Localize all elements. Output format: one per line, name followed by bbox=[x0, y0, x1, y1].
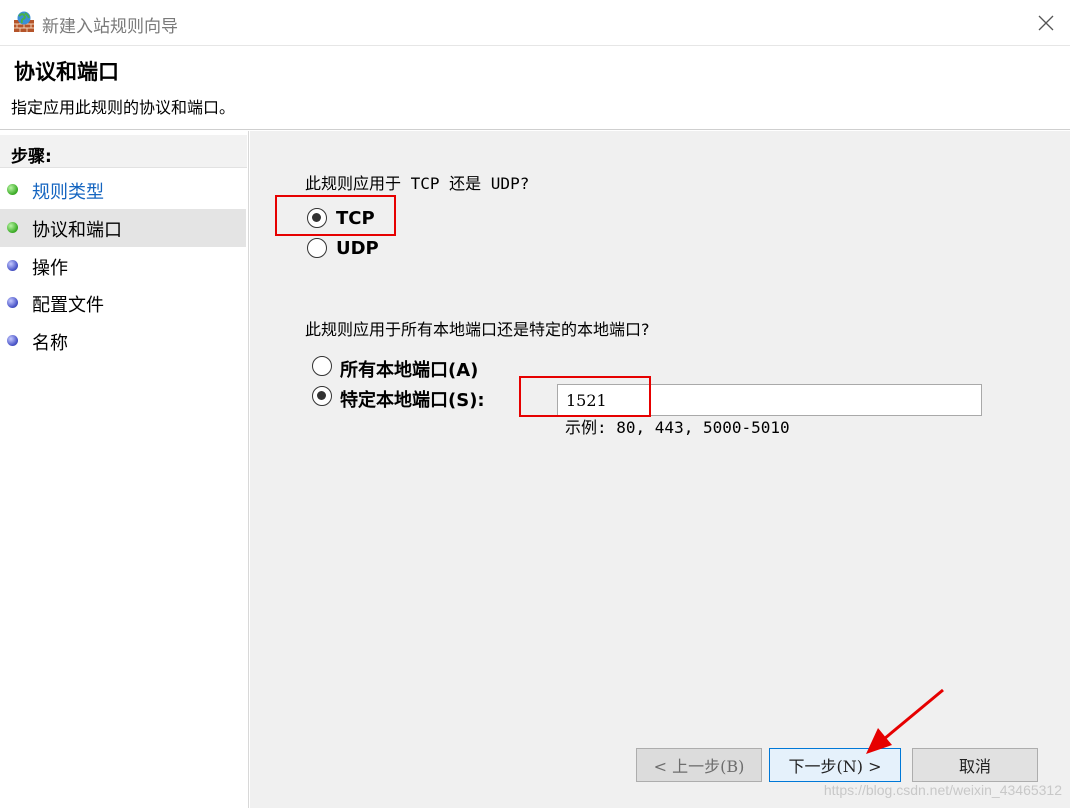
step-pending-icon bbox=[7, 335, 18, 346]
sidebar-item-action: 操作 bbox=[0, 247, 246, 285]
udp-radio[interactable] bbox=[307, 238, 327, 258]
protocol-question: 此规则应用于 TCP 还是 UDP? bbox=[305, 174, 530, 193]
steps-header: 步骤: bbox=[0, 135, 247, 168]
all-ports-label[interactable]: 所有本地端口(A) bbox=[340, 356, 478, 382]
sidebar-item-name: 名称 bbox=[0, 322, 246, 360]
port-input[interactable] bbox=[557, 384, 982, 416]
sidebar-item-label: 规则类型 bbox=[32, 182, 104, 203]
port-example-hint: 示例: 80, 443, 5000-5010 bbox=[565, 418, 790, 437]
sidebar-item-label: 名称 bbox=[32, 333, 68, 354]
step-complete-icon bbox=[7, 184, 18, 195]
sidebar-item-profile: 配置文件 bbox=[0, 284, 246, 322]
sidebar-item-label: 操作 bbox=[32, 258, 68, 279]
step-pending-icon bbox=[7, 260, 18, 271]
tcp-radio[interactable] bbox=[307, 208, 327, 228]
page-subtitle: 指定应用此规则的协议和端口。 bbox=[11, 98, 236, 117]
sidebar-item-label: 协议和端口 bbox=[32, 220, 122, 241]
step-pending-icon bbox=[7, 297, 18, 308]
back-button[interactable]: < 上一步(B) bbox=[636, 748, 762, 782]
sidebar-item-rule-type[interactable]: 规则类型 bbox=[0, 171, 246, 209]
next-button[interactable]: 下一步(N) > bbox=[769, 748, 901, 782]
window-title: 新建入站规则向导 bbox=[42, 17, 178, 37]
wizard-content: 此规则应用于 TCP 还是 UDP? TCP UDP 此规则应用于所有本地端口还… bbox=[250, 131, 1070, 808]
close-button[interactable] bbox=[1022, 0, 1070, 46]
close-icon bbox=[1038, 15, 1054, 31]
sidebar-item-label: 配置文件 bbox=[32, 295, 104, 316]
steps-sidebar: 步骤: 规则类型 协议和端口 操作 配置文件 名称 bbox=[0, 131, 249, 808]
specific-ports-radio[interactable] bbox=[312, 386, 332, 406]
udp-label[interactable]: UDP bbox=[336, 238, 379, 259]
page-title: 协议和端口 bbox=[14, 60, 119, 84]
sidebar-item-protocol-ports[interactable]: 协议和端口 bbox=[0, 209, 246, 247]
specific-ports-label[interactable]: 特定本地端口(S): bbox=[340, 386, 485, 412]
title-bar: 新建入站规则向导 bbox=[0, 0, 1070, 46]
wizard-header: 协议和端口 指定应用此规则的协议和端口。 bbox=[0, 46, 1070, 130]
tcp-label[interactable]: TCP bbox=[336, 208, 375, 229]
firewall-globe-icon bbox=[14, 11, 34, 32]
cancel-button[interactable]: 取消 bbox=[912, 748, 1038, 782]
watermark: https://blog.csdn.net/weixin_43465312 bbox=[823, 782, 1062, 798]
all-ports-radio[interactable] bbox=[312, 356, 332, 376]
ports-question: 此规则应用于所有本地端口还是特定的本地端口? bbox=[305, 320, 650, 339]
steps-title: 步骤: bbox=[11, 147, 52, 167]
step-current-icon bbox=[7, 222, 18, 233]
